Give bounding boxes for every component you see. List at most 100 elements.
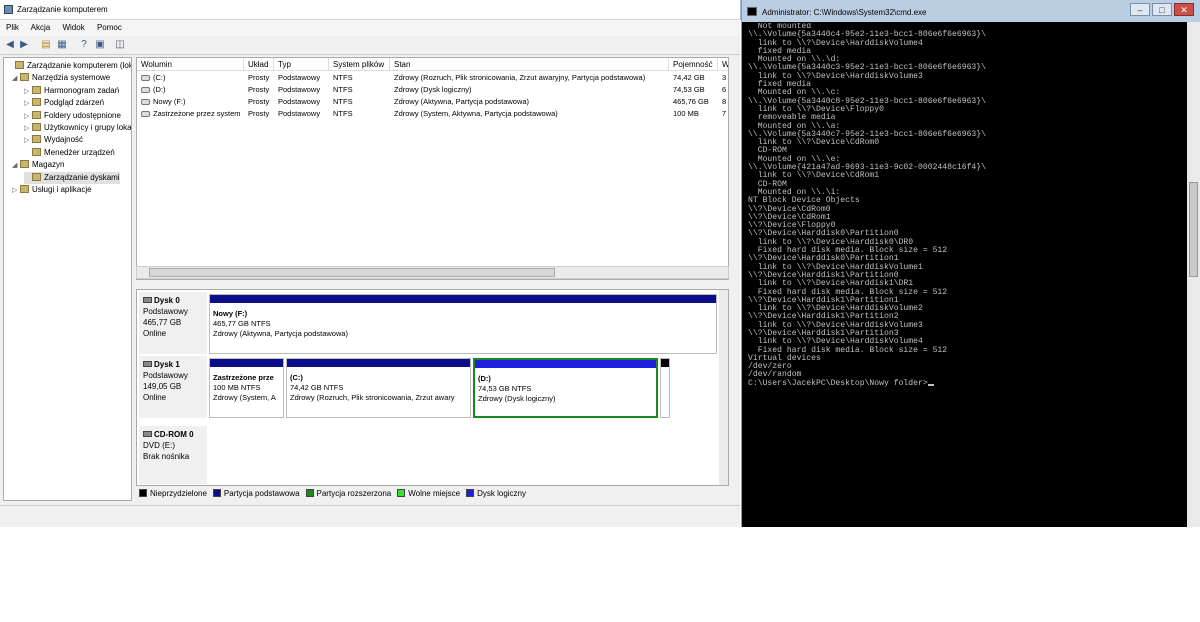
properties-icon[interactable]: ▣ (94, 39, 106, 51)
disk-label[interactable]: CD-ROM 0 DVD (E:) Brak nośnika (139, 426, 207, 484)
cmd-line: link to \\?\Device\CdRom1 (748, 171, 880, 181)
tree-item[interactable]: ▷ Foldery udostępnione (24, 110, 121, 122)
legend-swatch (212, 489, 221, 497)
tree-item[interactable]: ▷ Podgląd zdarzeń (24, 97, 104, 109)
cmd-vertical-scrollbar[interactable] (1187, 22, 1200, 527)
partition[interactable]: (D:) 74,53 GB NTFS Zdrowy (Dysk logiczny) (473, 358, 658, 418)
horizontal-scroll-thumb[interactable] (149, 268, 555, 277)
table-row[interactable]: Nowy (F:) Prosty Podstawowy NTFS Zdrowy (Akt… (137, 96, 728, 108)
cmd-scroll-thumb[interactable] (1189, 182, 1198, 277)
tree-item[interactable]: ▷ Harmonogram zadań (24, 85, 119, 97)
partition-size: 74,53 GB NTFS (478, 384, 532, 393)
menu-file[interactable]: Plik (6, 23, 19, 32)
table-row[interactable]: (D:) Prosty Podstawowy NTFS Zdrowy (Dysk log… (137, 84, 728, 96)
disk-view-vertical-scrollbar[interactable] (719, 290, 728, 485)
partition-title: Nowy (F:) (213, 309, 248, 318)
tree-expander-icon[interactable]: ▷ (12, 185, 20, 197)
tree-item-label: Magazyn (32, 160, 65, 170)
menu-help[interactable]: Pomoc (97, 23, 122, 32)
table-cell: 74,42 GB (673, 73, 705, 82)
table-cell: Podstawowy (278, 85, 321, 94)
tree-expander-icon[interactable]: ▷ (24, 135, 32, 147)
show-tree-icon[interactable]: ▦ (56, 39, 68, 51)
legend-swatch (305, 489, 314, 497)
tree-expander-icon[interactable]: ▷ (24, 86, 32, 98)
column-header[interactable]: W (718, 58, 728, 71)
tree-item[interactable]: ▷ Użytkownicy i grupy lokalne (24, 122, 131, 135)
drive-icon (141, 99, 150, 105)
tree-node-icon (20, 185, 29, 193)
column-header[interactable]: Stan (390, 58, 669, 71)
column-header[interactable]: System plików (329, 58, 390, 71)
table-cell: Prosty (248, 97, 270, 106)
tree-node-icon (15, 61, 24, 69)
tree-expander-icon[interactable]: ▷ (24, 98, 32, 110)
table-cell: Podstawowy (278, 97, 321, 106)
forward-arrow-icon[interactable]: ▶ (18, 39, 30, 51)
partition[interactable]: Nowy (F:) 465,77 GB NTFS Zdrowy (Aktywna, … (209, 294, 717, 354)
table-row[interactable]: Zastrzeżone przez system Prosty Podstawowy… (137, 108, 728, 120)
tree-item[interactable]: ◢ Magazyn (12, 159, 64, 171)
partition[interactable]: Zastrzeżone prze 100 MB NTFS Zdrowy (Syste… (209, 358, 284, 418)
cmd-titlebar[interactable]: Administrator: C:\Windows\System32\cmd.e… (742, 0, 1200, 22)
partition-size: 465,77 GB NTFS (213, 319, 271, 328)
disk-state: Online (143, 393, 167, 402)
partition[interactable]: (C:) 74,42 GB NTFS Zdrowy (Rozruch, Plik s… (286, 358, 471, 418)
partition-text: Zastrzeżone prze 100 MB NTFS Zdrowy (Syste… (213, 373, 276, 403)
drive-icon (141, 75, 150, 81)
disk-name: Dysk 1 (143, 359, 203, 370)
tree-expander-icon[interactable]: ◢ (12, 73, 20, 85)
tree-item-label: Narzędzia systemowe (32, 73, 111, 83)
column-header[interactable]: Pojemność (669, 58, 718, 71)
cmd-output[interactable]: Not mounted \\.\Volume{5a3440c4-95e2-11e3… (748, 23, 1188, 523)
partition-type-bar (475, 360, 656, 368)
cmd-line: C:\Users\JacekPC\Desktop\Nowy folder> (748, 379, 1188, 388)
tree-node-icon (32, 110, 41, 119)
tree-expander-icon[interactable]: ◢ (12, 160, 20, 172)
column-header[interactable]: Typ (274, 58, 329, 71)
up-folder-icon[interactable]: ▤ (40, 39, 52, 51)
maximize-button[interactable]: □ (1152, 3, 1172, 16)
disk-tool-icon[interactable]: ◫ (114, 39, 126, 51)
table-cell: Zastrzeżone przez system (153, 109, 241, 118)
drive-icon (141, 111, 150, 117)
disk-legend: Nieprzydzielone Partycja podstawowa Partyc… (136, 487, 729, 501)
table-cell: NTFS (333, 73, 353, 82)
mmc-titlebar[interactable]: Zarządzanie komputerem (0, 0, 740, 20)
tree-expander-icon[interactable]: ▷ (24, 111, 32, 123)
menu-action[interactable]: Akcja (31, 23, 51, 32)
computer-management-icon (4, 5, 13, 14)
partition-text: (C:) 74,42 GB NTFS Zdrowy (Rozruch, Plik s… (290, 373, 455, 403)
table-cell: NTFS (333, 109, 353, 118)
tree-item[interactable]: Zarządzanie dyskami (24, 171, 120, 184)
tree-item[interactable]: Menedżer urządzeń (24, 147, 115, 159)
disk-label[interactable]: Dysk 0 Podstawowy 465,77 GB Online (139, 292, 207, 354)
column-header[interactable]: Wolumin (137, 58, 244, 71)
partition-title: Zastrzeżone prze (213, 373, 274, 382)
partition-title: (C:) (290, 373, 303, 382)
volume-list-horizontal-scrollbar[interactable] (136, 266, 729, 279)
tree-item-label: Zarządzanie komputerem (lokalne) (27, 61, 132, 70)
legend-item: Dysk logiczny (466, 489, 526, 498)
unallocated-space[interactable] (660, 358, 670, 418)
tree-expander-icon[interactable]: ▷ (24, 123, 32, 135)
disk-icon (143, 431, 152, 437)
back-arrow-icon[interactable]: ◀ (4, 39, 16, 51)
tree-item[interactable]: ▷ Usługi i aplikacje (12, 184, 92, 196)
cmd-line: /dev/zero (748, 362, 792, 372)
tree-item[interactable]: Zarządzanie komputerem (lokalne) (7, 60, 132, 72)
menu-view[interactable]: Widok (62, 23, 84, 32)
table-cell: 8 (722, 97, 727, 106)
disk-state: Online (143, 329, 167, 338)
table-cell: Zdrowy (System, Aktywna, Partycja podsta… (394, 109, 558, 118)
tree-item[interactable]: ▷ Wydajność (24, 134, 83, 146)
tree-item-label: Podgląd zdarzeń (44, 98, 105, 108)
column-header[interactable]: Układ (244, 58, 274, 71)
minimize-button[interactable]: – (1130, 3, 1150, 16)
help-icon[interactable]: ? (78, 39, 90, 51)
close-button[interactable]: ✕ (1174, 3, 1194, 16)
tree-item[interactable]: ◢ Narzędzia systemowe (12, 72, 110, 84)
table-row[interactable]: (C:) Prosty Podstawowy NTFS Zdrowy (Rozruch,… (137, 72, 728, 84)
volume-list: Wolumin Układ Typ System plików Stan Pojemnoś… (136, 57, 729, 280)
disk-label[interactable]: Dysk 1 Podstawowy 149,05 GB Online (139, 356, 207, 418)
